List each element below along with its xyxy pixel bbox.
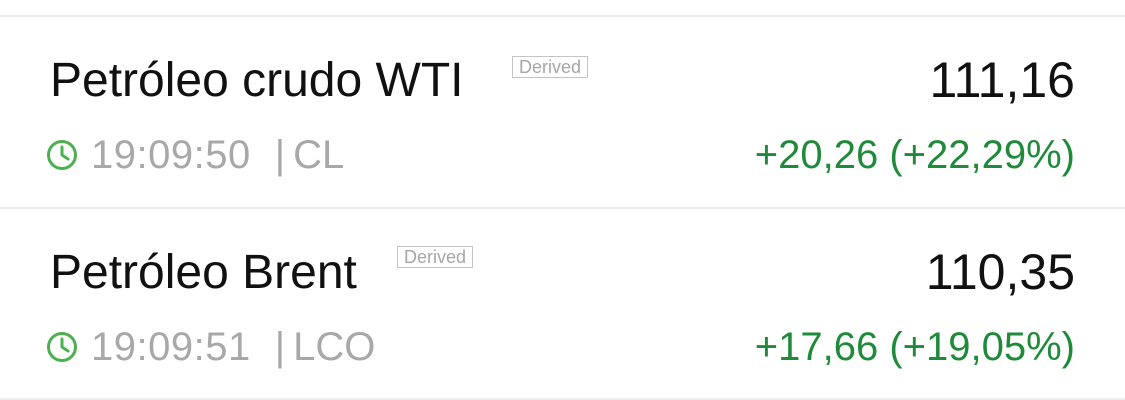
clock-icon [47,140,77,170]
price-change: +20,26 (+22,29%) [754,133,1075,177]
quote-list: Petróleo crudo WTI Derived 111,16 19:09:… [0,0,1125,400]
meta-separator: | [274,324,286,369]
quote-row-brent[interactable]: Petróleo Brent Derived 110,35 19:09:51 |… [0,209,1125,399]
last-price: 110,35 [925,244,1075,300]
quote-meta: 19:09:51 | LCO [46,325,375,369]
last-price: 111,16 [929,52,1075,108]
ticker-symbol: LCO [293,324,376,369]
instrument-name: Petróleo Brent [50,246,357,299]
derived-badge: Derived [512,56,589,78]
price-change: +17,66 (+19,05%) [754,325,1075,369]
quote-meta: 19:09:50 | CL [46,133,344,177]
quote-time: 19:09:50 [91,132,251,177]
quote-row-wti[interactable]: Petróleo crudo WTI Derived 111,16 19:09:… [0,17,1125,207]
ticker-symbol: CL [293,132,345,177]
clock-icon [47,332,77,362]
instrument-name: Petróleo crudo WTI [50,54,464,107]
meta-separator: | [274,132,286,177]
quote-time: 19:09:51 [91,324,251,369]
derived-badge: Derived [397,246,474,268]
